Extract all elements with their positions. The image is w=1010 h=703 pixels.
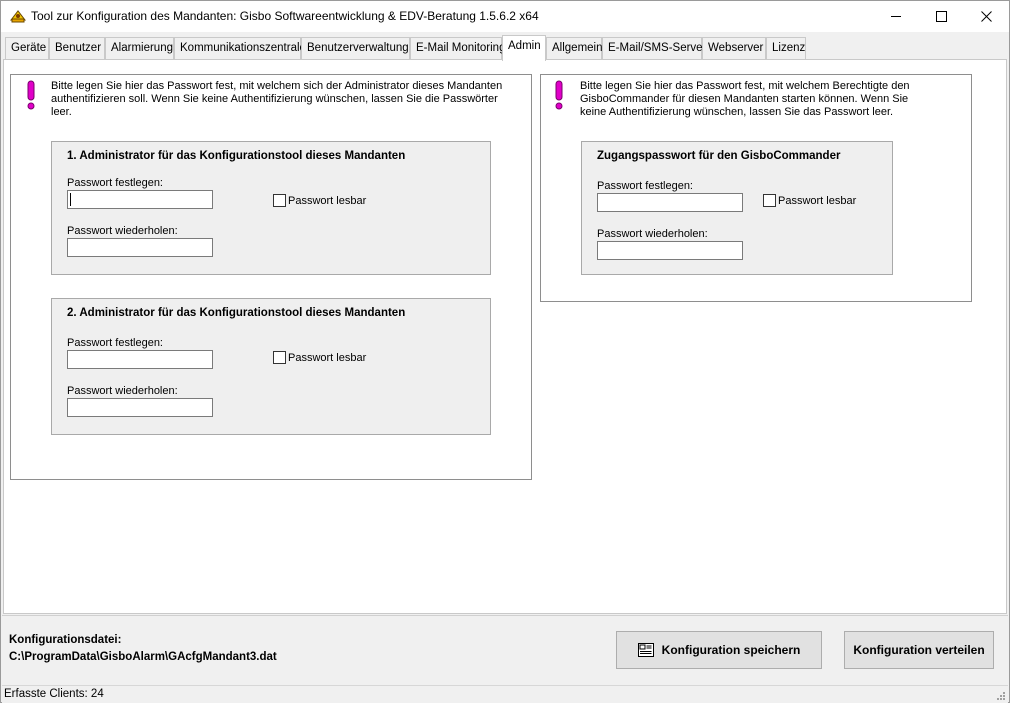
commander-show-password-checkbox[interactable] bbox=[763, 194, 776, 207]
commander-password-label: Passwort festlegen: bbox=[597, 180, 693, 192]
admin2-repeat-field[interactable] bbox=[67, 398, 213, 417]
tab-alarmierung[interactable]: Alarmierung bbox=[105, 37, 174, 59]
admin2-show-password-checkbox[interactable] bbox=[273, 351, 286, 364]
app-icon bbox=[9, 10, 27, 23]
admin1-show-password-label: Passwort lesbar bbox=[288, 195, 367, 207]
save-config-button[interactable]: Konfiguration speichern bbox=[616, 631, 822, 669]
admin1-repeat-label: Passwort wiederholen: bbox=[67, 225, 178, 237]
close-icon bbox=[980, 11, 992, 22]
tab-webserver[interactable]: Webserver bbox=[702, 37, 766, 59]
save-config-icon bbox=[637, 643, 654, 657]
exclamation-icon bbox=[555, 80, 563, 110]
config-file-path: C:\ProgramData\GisboAlarm\GAcfgMandant3.… bbox=[9, 651, 277, 663]
minimize-icon bbox=[890, 16, 901, 17]
admin-tab-panel: Bitte legen Sie hier das Passwort fest, … bbox=[3, 59, 1007, 614]
commander-repeat-field[interactable] bbox=[597, 241, 743, 260]
commander-repeat-label: Passwort wiederholen: bbox=[597, 228, 708, 240]
admin1-repeat-field[interactable] bbox=[67, 238, 213, 257]
admin-password-group: Bitte legen Sie hier das Passwort fest, … bbox=[10, 74, 532, 480]
window-title: Tool zur Konfiguration des Mandanten: Gi… bbox=[31, 9, 539, 23]
tab-kommunikationszentrale[interactable]: Kommunikationszentrale bbox=[174, 37, 306, 59]
admin-info-line-3: leer. bbox=[51, 106, 72, 118]
commander-info-line-3: keine Authentifizierung wünschen, lassen… bbox=[580, 106, 894, 118]
exclamation-icon bbox=[27, 80, 35, 110]
admin2-repeat-label: Passwort wiederholen: bbox=[67, 385, 178, 397]
tab-admin[interactable]: Admin bbox=[502, 35, 546, 61]
admin-info-line-2: authentifizieren soll. Wenn Sie keine Au… bbox=[51, 93, 498, 105]
tab-email-monitoring[interactable]: E-Mail Monitoring bbox=[410, 37, 505, 59]
status-text: Erfasste Clients: 24 bbox=[4, 688, 104, 700]
save-config-label: Konfiguration speichern bbox=[661, 643, 801, 657]
commander-show-password-label: Passwort lesbar bbox=[778, 195, 857, 207]
distribute-config-button[interactable]: Konfiguration verteilen bbox=[844, 631, 994, 669]
commander-info-line-2: GisboCommander für diesen Mandanten star… bbox=[580, 93, 909, 105]
admin2-show-password-label: Passwort lesbar bbox=[288, 352, 367, 364]
config-file-label: Konfigurationsdatei: bbox=[9, 634, 122, 646]
admin1-password-field[interactable] bbox=[67, 190, 213, 209]
minimize-button[interactable] bbox=[873, 1, 919, 32]
admin2-panel: 2. Administrator für das Konfigurationst… bbox=[51, 298, 491, 435]
admin2-password-field[interactable] bbox=[67, 350, 213, 369]
tab-benutzer[interactable]: Benutzer bbox=[49, 37, 105, 59]
resize-grip-icon[interactable] bbox=[996, 691, 1006, 701]
tab-strip: Geräte Benutzer Alarmierung Kommunikatio… bbox=[3, 35, 1007, 61]
status-bar: Erfasste Clients: 24 bbox=[2, 685, 1008, 703]
text-caret bbox=[70, 193, 71, 206]
maximize-button[interactable] bbox=[918, 1, 964, 32]
commander-title: Zugangspasswort für den GisboCommander bbox=[597, 150, 841, 162]
close-button[interactable] bbox=[963, 1, 1009, 32]
tab-benutzerverwaltung[interactable]: Benutzerverwaltung bbox=[301, 37, 410, 59]
admin1-title: 1. Administrator für das Konfigurationst… bbox=[67, 150, 406, 162]
tab-geraete[interactable]: Geräte bbox=[5, 37, 49, 59]
admin2-title: 2. Administrator für das Konfigurationst… bbox=[67, 307, 406, 319]
commander-panel: Zugangspasswort für den GisboCommander P… bbox=[581, 141, 893, 275]
tab-email-sms-server[interactable]: E-Mail/SMS-Server bbox=[602, 37, 706, 59]
admin2-password-label: Passwort festlegen: bbox=[67, 337, 163, 349]
main-window: Tool zur Konfiguration des Mandanten: Gi… bbox=[0, 0, 1010, 703]
admin-info-line-1: Bitte legen Sie hier das Passwort fest, … bbox=[51, 80, 503, 92]
commander-info-line-1: Bitte legen Sie hier das Passwort fest, … bbox=[580, 80, 910, 92]
admin1-panel: 1. Administrator für das Konfigurationst… bbox=[51, 141, 491, 275]
admin1-password-label: Passwort festlegen: bbox=[67, 177, 163, 189]
title-bar: Tool zur Konfiguration des Mandanten: Gi… bbox=[1, 1, 1009, 32]
admin1-show-password-checkbox[interactable] bbox=[273, 194, 286, 207]
maximize-icon bbox=[935, 11, 947, 22]
distribute-config-label: Konfiguration verteilen bbox=[853, 643, 985, 657]
tab-lizenz[interactable]: Lizenz bbox=[766, 37, 806, 59]
commander-password-field[interactable] bbox=[597, 193, 743, 212]
tab-allgemein[interactable]: Allgemein bbox=[546, 37, 603, 59]
commander-password-group: Bitte legen Sie hier das Passwort fest, … bbox=[540, 74, 972, 302]
footer-area: Konfigurationsdatei: C:\ProgramData\Gisb… bbox=[2, 615, 1008, 685]
